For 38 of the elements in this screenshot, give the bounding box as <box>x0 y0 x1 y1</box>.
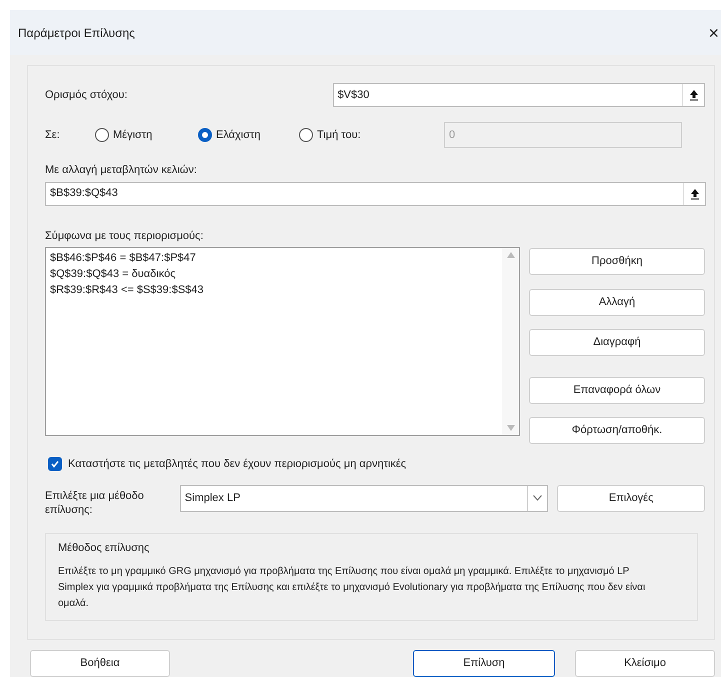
field-label: Σύμφωνα με τους περιορισμούς: <box>45 228 204 244</box>
close-button[interactable]: × <box>708 24 719 42</box>
dialog-button[interactable]: Κλείσιμο <box>575 650 715 677</box>
radio-option[interactable]: Ελάχιστη <box>198 126 299 144</box>
radio-button[interactable] <box>95 128 109 142</box>
field-label: Ορισμός στόχου: <box>45 88 128 103</box>
list-item[interactable]: $R$39:$R$43 <= $S$39:$S$43 <box>50 282 502 298</box>
field-value: $B$39:$Q$43 <box>49 186 119 202</box>
dropdown-value: Simplex LP <box>184 490 242 506</box>
list-item[interactable]: $Q$39:$Q$43 = δυαδικός <box>50 266 502 282</box>
dialog-button[interactable]: Επιλογές <box>557 484 706 512</box>
dialog-button[interactable]: Αλλαγή <box>529 289 705 316</box>
group-title: Μέθοδος επίλυσης <box>58 540 150 556</box>
dialog-button[interactable]: Διαγραφή <box>529 329 705 356</box>
checkbox[interactable] <box>48 457 62 472</box>
dialog-button[interactable]: Επίλυση <box>413 650 555 677</box>
radio-button[interactable] <box>198 128 212 142</box>
reference-field[interactable]: $V$30 <box>332 83 705 107</box>
field-label: Σε: <box>45 128 61 143</box>
checkbox-option[interactable]: Καταστήστε τις μεταβλητές που δεν έχουν περιορισμούς μη αρνητικές <box>48 456 705 472</box>
dialog-button[interactable]: Επαναφορά όλων <box>529 377 705 404</box>
reference-field[interactable]: $B$39:$Q$43 <box>45 182 706 206</box>
radio-button[interactable] <box>299 128 313 142</box>
field-label: Με αλλαγή μεταβλητών κελιών: <box>45 163 198 178</box>
dialog-button[interactable]: Προσθήκη <box>529 248 705 275</box>
constraints-list[interactable]: $B$46:$P$46 = $B$47:$P$47 $Q$39:$Q$43 = δυαδικός $R$39:$R$43 <= $S$39:$S$43 <box>45 247 520 436</box>
method-dropdown[interactable]: Simplex LP <box>180 484 548 512</box>
list-item[interactable]: $B$46:$P$46 = $B$47:$P$47 <box>50 250 502 266</box>
window-title: Παράμετροι Επίλυσης <box>18 24 135 42</box>
field-value: $V$30 <box>336 88 370 103</box>
field-label: Επιλέξτε μια μέθοδο επίλυσης: <box>45 488 145 516</box>
radio-option[interactable]: Τιμή του: <box>299 126 444 144</box>
dialog-button[interactable]: Φόρτωση/αποθήκ. <box>529 417 705 444</box>
description-text: Επιλέξτε το μη γραμμικό GRG μηχανισμό για προβλήματα της Επίλυσης που είναι ομαλά μη γραμμικά. Επιλέξτε το μηχανισμό LP Simplex για γραμμικά προβλήματα της Επίλυσης και επιλέξτε το μηχανισμό Evolutionary για προβλήματα της Επίλυσης που δεν είναι ομαλά. <box>58 565 646 611</box>
checkmark-icon <box>50 459 60 470</box>
dialog-button[interactable]: Βοήθεια <box>30 650 170 677</box>
scroll-bar[interactable] <box>502 248 519 435</box>
radio-option[interactable]: Μέγιστη <box>95 126 198 144</box>
